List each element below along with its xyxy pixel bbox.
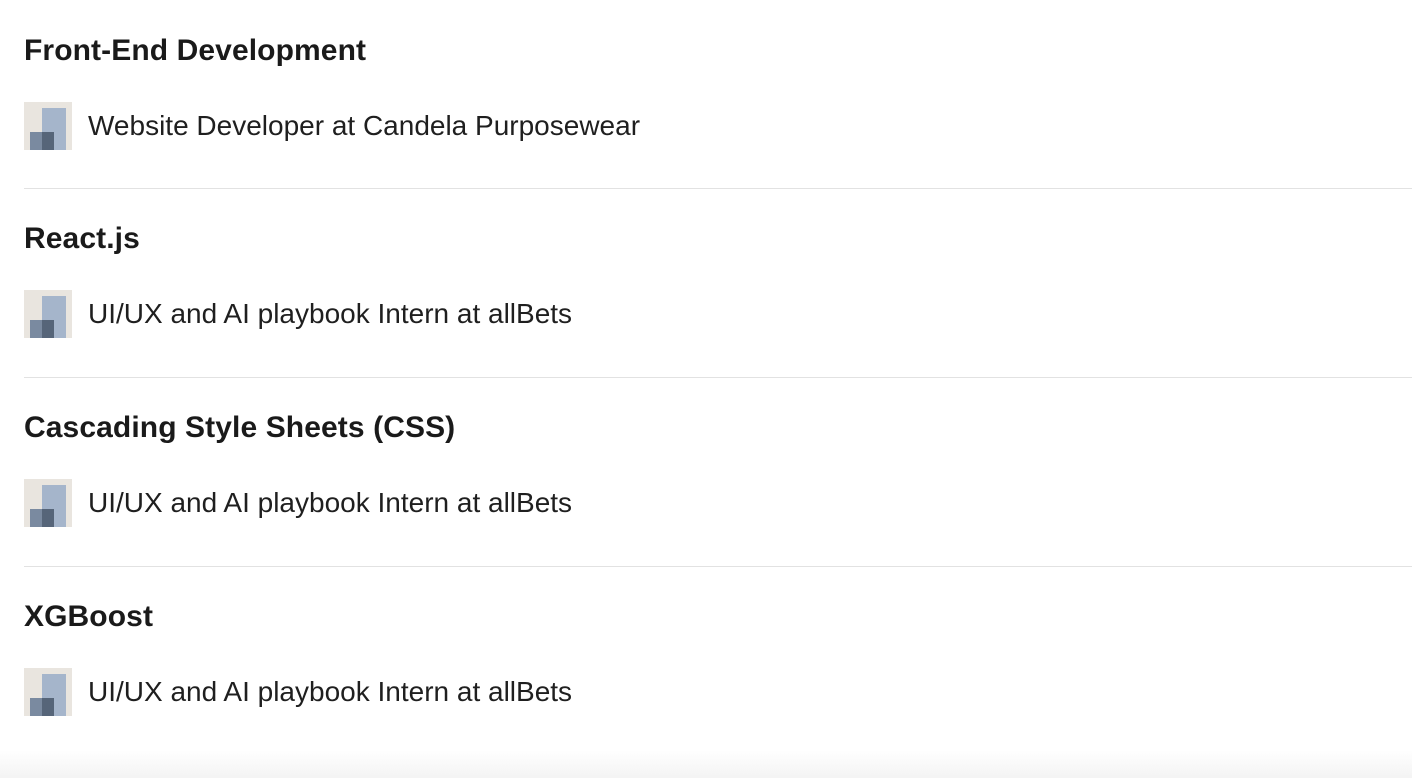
experience-text: UI/UX and AI playbook Intern at allBets	[88, 676, 573, 707]
logo-overlap-bar	[42, 509, 54, 527]
experience-text: UI/UX and AI playbook Intern at allBets	[88, 487, 573, 518]
logo-overlap-bar	[42, 320, 54, 338]
skill-section-xgboost: XGBoost UI/UX and AI playbook Intern at …	[24, 566, 1412, 755]
company-logo-icon	[24, 479, 72, 527]
company-logo-icon	[24, 290, 72, 338]
skill-experience-link[interactable]: UI/UX and AI playbook Intern at allBets	[24, 668, 572, 716]
logo-overlap-bar	[42, 698, 54, 716]
skill-title[interactable]: React.js	[24, 220, 140, 258]
skill-title[interactable]: Front-End Development	[24, 32, 366, 70]
skill-title[interactable]: Cascading Style Sheets (CSS)	[24, 409, 455, 447]
company-logo-icon	[24, 668, 72, 716]
skills-list: Front-End Development Website Developer …	[24, 0, 1412, 755]
skill-section-css: Cascading Style Sheets (CSS) UI/UX and A…	[24, 377, 1412, 566]
skill-title[interactable]: XGBoost	[24, 598, 153, 636]
experience-text: Website Developer at Candela Purposewear	[88, 110, 641, 141]
skill-experience-link[interactable]: UI/UX and AI playbook Intern at allBets	[24, 290, 572, 338]
skill-section-front-end-development: Front-End Development Website Developer …	[24, 0, 1412, 188]
skill-experience-link[interactable]: Website Developer at Candela Purposewear	[24, 102, 640, 150]
skill-experience-link[interactable]: UI/UX and AI playbook Intern at allBets	[24, 479, 572, 527]
company-logo-icon	[24, 102, 72, 150]
experience-text: UI/UX and AI playbook Intern at allBets	[88, 298, 573, 329]
logo-overlap-bar	[42, 132, 54, 150]
skill-section-react-js: React.js UI/UX and AI playbook Intern at…	[24, 188, 1412, 377]
